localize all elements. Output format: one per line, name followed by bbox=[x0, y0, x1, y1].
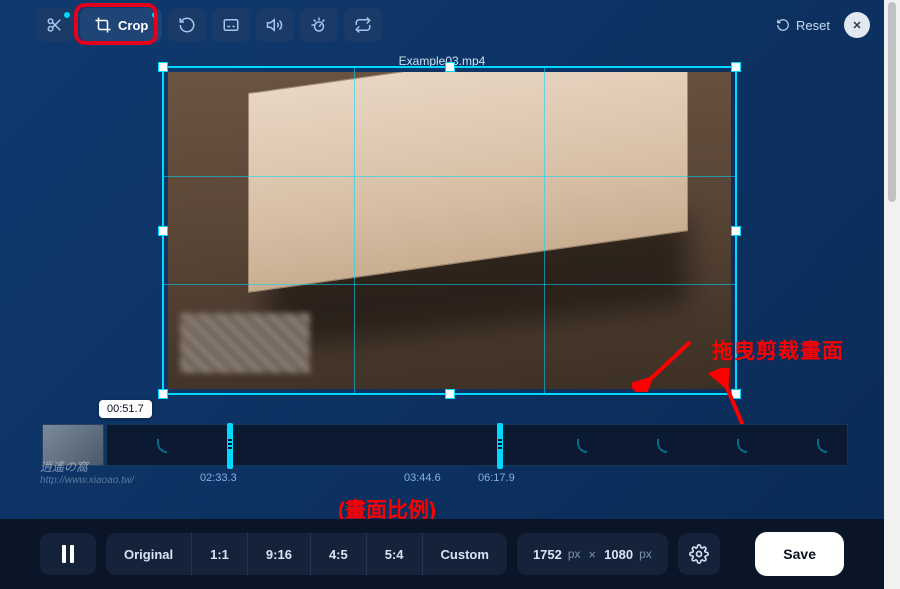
dimension-separator: × bbox=[589, 547, 597, 562]
scissors-icon bbox=[46, 16, 64, 34]
loop-button[interactable] bbox=[344, 8, 382, 42]
indicator-dot bbox=[64, 12, 70, 18]
scrollbar-thumb[interactable] bbox=[888, 2, 896, 202]
indicator-dot bbox=[152, 12, 158, 18]
gear-icon bbox=[689, 544, 709, 564]
time-label-2: 03:44.6 bbox=[404, 472, 441, 484]
aspect-ratio-group: Original 1:1 9:16 4:5 5:4 Custom bbox=[106, 533, 507, 575]
reset-label: Reset bbox=[796, 18, 830, 33]
track-notch bbox=[577, 439, 587, 453]
undo-icon bbox=[178, 16, 196, 34]
watermark: 逍遙の窩 http://www.xiaoao.tw/ bbox=[40, 458, 134, 486]
crop-handle-b[interactable] bbox=[445, 389, 455, 399]
crop-icon bbox=[94, 16, 112, 34]
ratio-4-5[interactable]: 4:5 bbox=[311, 533, 367, 575]
save-button[interactable]: Save bbox=[755, 532, 844, 576]
ratio-custom[interactable]: Custom bbox=[423, 533, 507, 575]
pause-icon bbox=[60, 545, 76, 563]
crop-handle-tl[interactable] bbox=[158, 62, 168, 72]
crop-handle-t[interactable] bbox=[445, 62, 455, 72]
playhead-tooltip: 00:51.7 bbox=[99, 400, 152, 418]
track-notch bbox=[817, 439, 827, 453]
caption-icon bbox=[222, 16, 240, 34]
reset-icon bbox=[776, 18, 790, 32]
track-notch bbox=[657, 439, 667, 453]
width-unit: px bbox=[568, 547, 581, 561]
crop-handle-tr[interactable] bbox=[731, 62, 741, 72]
ratio-1-1[interactable]: 1:1 bbox=[192, 533, 248, 575]
crop-grid-line bbox=[164, 176, 735, 177]
pause-button[interactable] bbox=[40, 533, 96, 575]
crop-grid-line bbox=[354, 68, 355, 393]
volume-icon bbox=[266, 16, 284, 34]
crop-label: Crop bbox=[118, 18, 148, 33]
speed-button[interactable] bbox=[300, 8, 338, 42]
width-value: 1752 bbox=[533, 547, 562, 562]
time-label-3: 06:17.9 bbox=[478, 472, 515, 484]
volume-button[interactable] bbox=[256, 8, 294, 42]
ratio-5-4[interactable]: 5:4 bbox=[367, 533, 423, 575]
crop-handle-bl[interactable] bbox=[158, 389, 168, 399]
crop-handle-l[interactable] bbox=[158, 226, 168, 236]
ratio-9-16[interactable]: 9:16 bbox=[248, 533, 311, 575]
height-value: 1080 bbox=[604, 547, 633, 562]
crop-handle-br[interactable] bbox=[731, 389, 741, 399]
timeline[interactable] bbox=[42, 424, 848, 466]
track-notch bbox=[157, 439, 167, 453]
timeline-track[interactable] bbox=[106, 424, 848, 466]
settings-button[interactable] bbox=[678, 533, 720, 575]
subtitle-button[interactable] bbox=[212, 8, 250, 42]
annotation-text-drag: 拖曳剪裁畫面 bbox=[712, 335, 844, 365]
close-button[interactable] bbox=[844, 12, 870, 38]
crop-grid-line bbox=[544, 68, 545, 393]
time-label-1: 02:33.3 bbox=[200, 472, 237, 484]
timeline-marker-start[interactable] bbox=[227, 423, 233, 469]
timeline-marker-end[interactable] bbox=[497, 423, 503, 469]
height-unit: px bbox=[639, 547, 652, 561]
top-right-tools: Reset bbox=[776, 12, 870, 38]
loop-icon bbox=[354, 16, 372, 34]
close-icon bbox=[851, 19, 863, 31]
undo-button[interactable] bbox=[168, 8, 206, 42]
cut-button[interactable] bbox=[36, 8, 74, 42]
crop-handle-r[interactable] bbox=[731, 226, 741, 236]
bottom-bar: Original 1:1 9:16 4:5 5:4 Custom 1752 px… bbox=[0, 519, 884, 589]
speed-icon bbox=[310, 16, 328, 34]
top-toolbar: Crop bbox=[36, 8, 382, 42]
reset-button[interactable]: Reset bbox=[776, 18, 830, 33]
ratio-original[interactable]: Original bbox=[106, 533, 192, 575]
crop-grid-line bbox=[164, 284, 735, 285]
dimensions-display[interactable]: 1752 px × 1080 px bbox=[517, 533, 668, 575]
track-notch bbox=[737, 439, 747, 453]
crop-selection[interactable] bbox=[162, 66, 737, 395]
crop-button[interactable]: Crop bbox=[80, 8, 162, 42]
scrollbar-track[interactable] bbox=[884, 0, 900, 589]
